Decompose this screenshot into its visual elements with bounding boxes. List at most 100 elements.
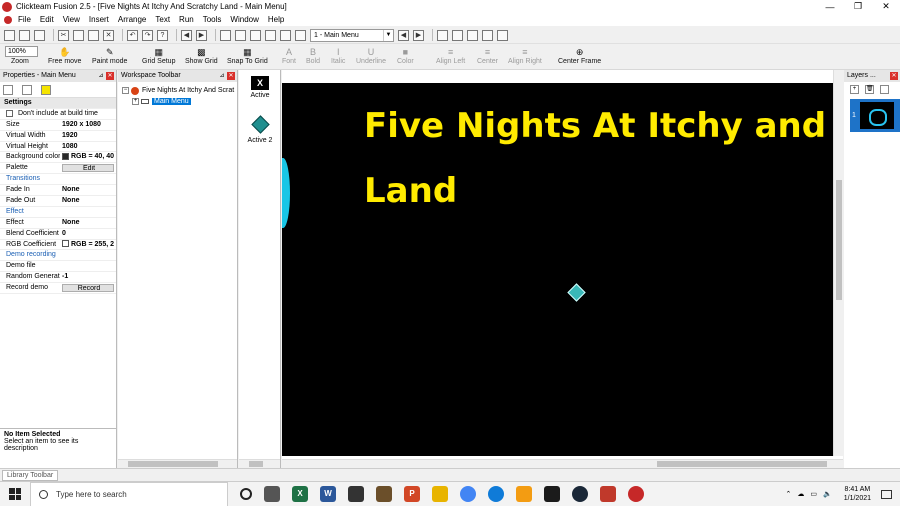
start-button[interactable] [0,482,30,506]
store-bag-icon[interactable] [376,486,392,502]
word-icon[interactable]: W [320,486,336,502]
minimize-button[interactable]: — [816,2,844,12]
network-icon[interactable]: ▭ [810,490,817,498]
game-title-line-1[interactable]: Five Nights At Itchy and Scratchy [364,106,833,146]
library-toolbar-tab[interactable]: Library Toolbar [2,470,59,481]
volume-icon[interactable]: 🔈 [823,490,832,498]
frame-selector[interactable]: 1 - Main Menu ▼ [310,28,394,42]
task-view-icon[interactable] [264,486,280,502]
redo-icon[interactable]: ↷ [142,29,153,41]
add-layer-icon[interactable]: + [850,84,859,94]
fade-in-row[interactable]: Fade In None [0,185,116,197]
pin-icon[interactable]: ⊿ [97,72,105,80]
active-object[interactable]: X Active [239,76,281,99]
center-frame-button[interactable]: ⊕ Center Frame [558,46,601,65]
run-frame-icon[interactable] [452,29,463,41]
fade-out-value[interactable]: None [60,196,116,206]
dont-include-row[interactable]: Don't include at build time [0,109,116,120]
fade-in-value[interactable]: None [60,185,116,195]
close-icon[interactable]: ✕ [227,72,235,80]
dont-include-checkbox[interactable] [6,109,13,117]
virtual-height-value[interactable]: 1080 [60,142,116,152]
rgb-coefficient-field[interactable]: RGB = 255, 2 [60,240,116,250]
onedrive-icon[interactable]: ☁ [797,490,804,498]
blend-coefficient-row[interactable]: Blend Coefficient 0 [0,229,116,240]
paint-mode-button[interactable]: ✎ Paint mode [92,46,127,65]
random-generator-value[interactable]: -1 [60,272,116,282]
file-explorer-icon[interactable] [432,486,448,502]
menu-window[interactable]: Window [230,15,258,24]
layer-item[interactable]: 1 [850,99,900,132]
palette-edit-button[interactable]: Edit [62,164,114,173]
event-editor-icon[interactable] [250,29,261,41]
open-folder-icon[interactable] [19,29,30,41]
record-button[interactable]: Record [62,284,114,293]
data-elements-icon[interactable] [280,29,291,41]
chevron-down-icon[interactable]: ▼ [383,29,393,41]
document-icon[interactable] [4,15,12,24]
maximize-button[interactable]: ❐ [844,1,872,12]
virtual-width-value[interactable]: 1920 [60,131,116,141]
save-icon[interactable] [34,29,45,41]
center-button[interactable]: ≡ Center [477,46,498,65]
stop-icon[interactable] [482,29,493,41]
workspace-horizontal-scrollbar[interactable] [118,459,237,468]
notifications-icon[interactable] [881,489,892,499]
app-icon[interactable] [600,486,616,502]
scrollbar-thumb[interactable] [249,461,263,467]
scrollbar-thumb[interactable] [657,461,827,467]
virtual-height-row[interactable]: Virtual Height 1080 [0,142,116,153]
chevron-up-icon[interactable]: ⌃ [786,490,792,498]
settings-tab-icon[interactable] [3,84,13,95]
about-tab-icon[interactable] [41,84,51,95]
clickteam-taskbar-icon[interactable] [628,486,644,502]
storyboard-editor-icon[interactable] [220,29,231,41]
cortana-icon[interactable] [240,488,252,500]
italic-button[interactable]: I Italic [331,46,345,65]
menu-view[interactable]: View [63,15,80,24]
zoom-select[interactable]: 100% [5,46,38,57]
close-icon[interactable]: ✕ [890,72,898,80]
random-generator-row[interactable]: Random Generator -1 [0,272,116,284]
clock[interactable]: 8:41 AM 1/1/2021 [844,485,871,503]
powerpoint-icon[interactable]: P [404,486,420,502]
run-application-icon[interactable] [437,29,448,41]
undo-icon[interactable]: ↶ [127,29,138,41]
effect-value[interactable]: None [60,218,116,228]
copy-icon[interactable] [73,29,84,41]
forward-icon[interactable]: ▶ [196,29,207,41]
taskbar-search[interactable]: Type here to search [30,481,228,506]
background-color-field[interactable]: RGB = 40, 40 [60,152,116,162]
vlc-icon[interactable] [516,486,532,502]
active-2-object[interactable]: Active 2 [239,114,281,144]
close-icon[interactable]: ✕ [106,72,114,80]
free-move-button[interactable]: ✋ Free move [48,46,81,65]
delete-layer-icon[interactable]: 🗑 [865,84,874,94]
color-button[interactable]: ■ Color [397,46,414,65]
expand-icon[interactable]: + [132,98,139,105]
align-left-button[interactable]: ≡ Align Left [436,46,465,65]
fade-out-row[interactable]: Fade Out None [0,196,116,207]
edge-icon[interactable] [488,486,504,502]
menu-edit[interactable]: Edit [40,15,54,24]
underline-button[interactable]: U Underline [356,46,386,65]
menu-help[interactable]: Help [268,15,284,24]
rgb-coefficient-swatch[interactable] [62,240,69,248]
game-title-line-2[interactable]: Land [364,171,457,211]
unity-icon[interactable] [544,486,560,502]
frame-name[interactable]: Main Menu [152,98,191,105]
scrollbar-thumb[interactable] [836,180,842,300]
grid-setup-button[interactable]: ▦ Grid Setup [142,46,175,65]
editor-vertical-scrollbar[interactable] [833,70,843,456]
layer-properties-icon[interactable] [880,84,889,94]
expression-icon[interactable] [295,29,306,41]
tree-frame-node[interactable]: + Main Menu [122,96,237,107]
cyan-shape-object[interactable] [282,158,290,228]
object-toolbar-scrollbar[interactable] [239,459,280,468]
size-row[interactable]: Size 1920 x 1080 [0,120,116,131]
help-icon[interactable]: ? [157,29,168,41]
event-list-icon[interactable] [265,29,276,41]
build-icon[interactable] [467,29,478,41]
next-frame-icon[interactable]: ▶ [413,29,424,41]
menu-text[interactable]: Text [155,15,170,24]
